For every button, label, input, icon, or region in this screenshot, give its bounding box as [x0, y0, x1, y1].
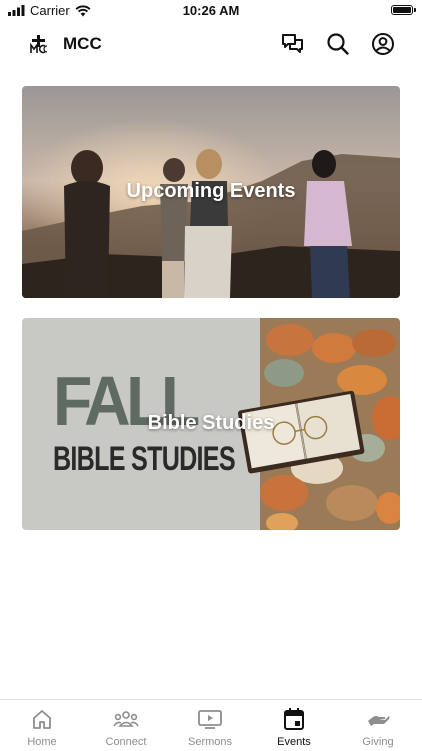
tab-home[interactable]: Home	[0, 700, 84, 751]
tab-events-label: Events	[277, 736, 311, 748]
church-logo-icon	[30, 35, 48, 54]
upcoming-events-title: Upcoming Events	[126, 180, 296, 202]
search-button[interactable]	[325, 31, 351, 57]
status-time: 10:26 AM	[182, 3, 240, 18]
chat-button[interactable]	[280, 31, 306, 57]
tab-giving[interactable]: Giving	[336, 700, 420, 751]
tab-giving-label: Giving	[362, 736, 394, 748]
search-icon	[327, 33, 349, 55]
home-icon	[33, 710, 51, 729]
giving-hand-icon	[368, 716, 390, 726]
profile-icon	[372, 33, 394, 55]
profile-button[interactable]	[370, 31, 396, 57]
tab-events[interactable]: Events	[252, 700, 336, 751]
battery-icon	[391, 5, 416, 15]
bible-studies-card[interactable]: FALL BIBLE STUDIES Bible Studies	[22, 318, 400, 530]
tab-connect[interactable]: Connect	[84, 700, 168, 751]
tab-sermons[interactable]: Sermons	[168, 700, 252, 751]
app-header: MCC	[0, 24, 422, 64]
people-icon	[113, 711, 139, 727]
status-bar: Carrier 10:26 AM	[0, 0, 422, 22]
bible-studies-graphic-text: BIBLE STUDIES	[53, 440, 236, 478]
tab-home-label: Home	[27, 736, 57, 748]
chat-icon	[282, 34, 303, 53]
tab-connect-label: Connect	[105, 736, 147, 748]
tab-sermons-label: Sermons	[187, 736, 233, 748]
calendar-icon	[284, 708, 304, 730]
app-title: MCC	[63, 34, 102, 53]
tab-bar: Home Connect Sermons Events Giving	[0, 699, 422, 751]
play-icon	[198, 710, 222, 729]
upcoming-events-card[interactable]: Upcoming Events	[22, 86, 400, 298]
bible-studies-title: Bible Studies	[147, 412, 275, 434]
